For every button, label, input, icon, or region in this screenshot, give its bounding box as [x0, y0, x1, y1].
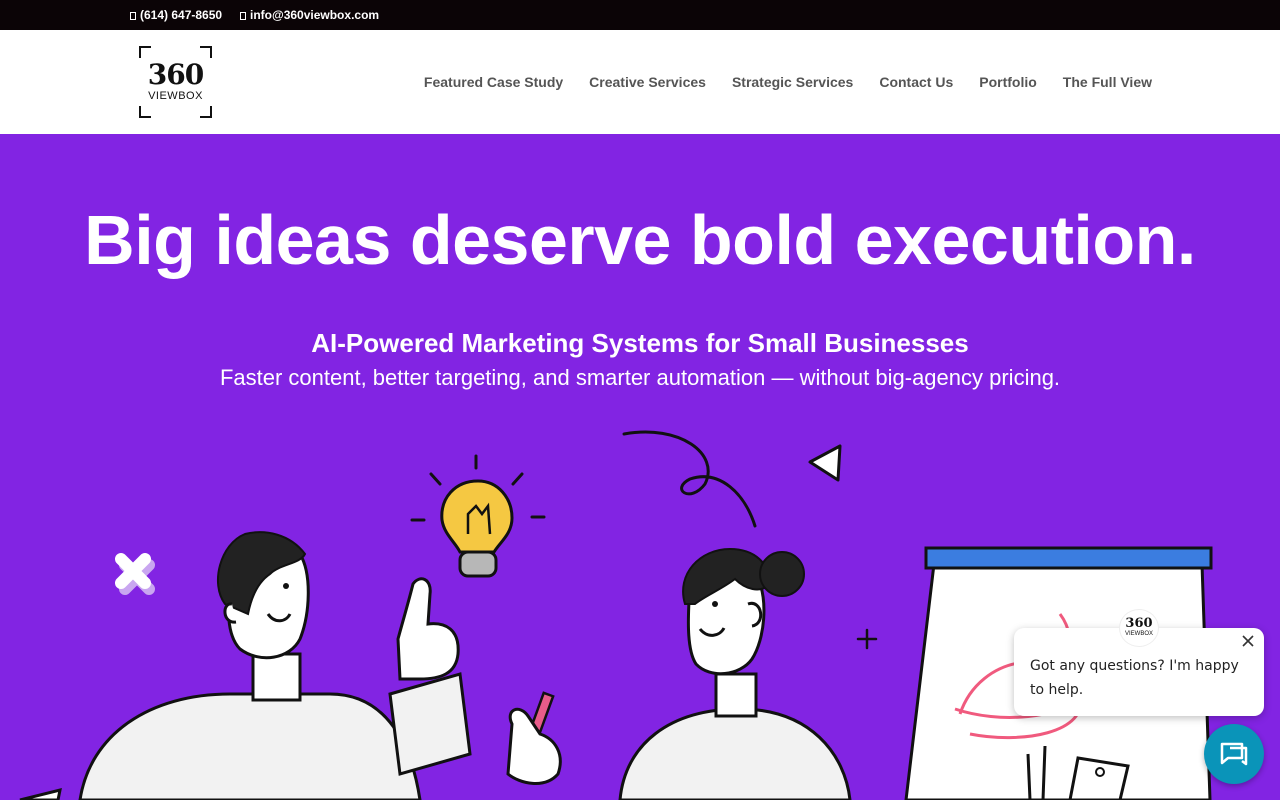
- nav-featured-case-study[interactable]: Featured Case Study: [424, 74, 563, 90]
- nav-portfolio[interactable]: Portfolio: [979, 74, 1037, 90]
- email-icon: [240, 12, 246, 20]
- hero-subline: Faster content, better targeting, and sm…: [219, 365, 1061, 390]
- email-contact[interactable]: info@360viewbox.com: [240, 8, 379, 22]
- logo-number: 360: [147, 58, 204, 91]
- top-contact-bar: (614) 647-8650 info@360viewbox.com: [0, 0, 1280, 30]
- site-logo[interactable]: 360 VIEWBOX: [139, 46, 212, 118]
- logo-corner: [200, 106, 212, 118]
- triangle-decoration: [808, 444, 842, 482]
- chat-avatar-number: 360: [1125, 616, 1153, 631]
- logo-corner: [139, 106, 151, 118]
- plus-decoration: [856, 628, 878, 650]
- nav-contact-us[interactable]: Contact Us: [879, 74, 953, 90]
- site-header: 360 VIEWBOX Featured Case Study Creative…: [0, 30, 1280, 134]
- main-nav: Featured Case Study Creative Services St…: [424, 74, 1152, 90]
- nav-creative-services[interactable]: Creative Services: [589, 74, 706, 90]
- chat-avatar: 360 VIEWBOX: [1120, 610, 1158, 646]
- phone-icon: [130, 12, 136, 20]
- phone-number[interactable]: (614) 647-8650: [140, 8, 222, 22]
- logo-corner: [200, 46, 212, 58]
- chat-avatar-word: VIEWBOX: [1124, 631, 1153, 637]
- squiggle-decoration: [622, 430, 757, 528]
- hero-headline: Big ideas deserve bold execution.: [84, 201, 1196, 279]
- chat-greeting-message: Got any questions? I'm happy to help.: [1030, 658, 1239, 698]
- nav-strategic-services[interactable]: Strategic Services: [732, 74, 853, 90]
- close-icon[interactable]: [1240, 634, 1256, 650]
- triangle-decoration-small: [19, 787, 62, 800]
- nav-the-full-view[interactable]: The Full View: [1063, 74, 1152, 90]
- email-address[interactable]: info@360viewbox.com: [250, 8, 379, 22]
- light-bulb-icon: [440, 479, 514, 578]
- hero-subhead: AI-Powered Marketing Systems for Small B…: [311, 328, 969, 358]
- chat-icon: [1220, 742, 1248, 766]
- logo-corner: [139, 46, 151, 58]
- phone-contact[interactable]: (614) 647-8650: [130, 8, 222, 22]
- logo-word: VIEWBOX: [148, 90, 203, 102]
- chat-launcher-button[interactable]: [1204, 724, 1264, 784]
- x-mark-decoration: [115, 553, 155, 595]
- woman-figure: [506, 547, 852, 800]
